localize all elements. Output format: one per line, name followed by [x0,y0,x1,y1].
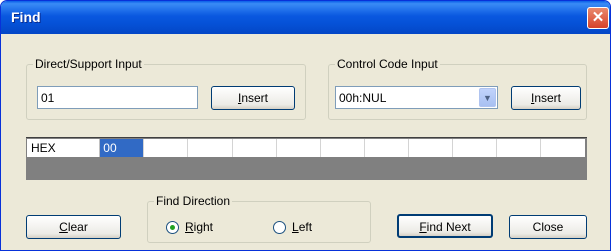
radio-left-mnemonic: L [292,220,299,234]
close-button[interactable]: Close [509,215,587,239]
control-code-select[interactable]: 00h:NUL ▼ [335,86,498,109]
chevron-down-icon[interactable]: ▼ [479,88,496,107]
find-next-label-rest: ind Next [426,220,471,234]
radio-right-label-rest: ight [193,220,214,234]
hex-cell[interactable] [365,139,409,157]
clear-button[interactable]: Clear [26,215,121,239]
hex-cell[interactable] [541,139,585,157]
close-button-label: Close [532,220,564,234]
direct-input-field[interactable]: 01 [37,86,198,109]
hex-cell[interactable] [409,139,453,157]
radio-right[interactable]: Right [166,220,213,234]
hex-panel: HEX 00 [26,137,587,180]
hex-row[interactable]: HEX 00 [27,139,585,157]
find-next-button[interactable]: Find Next [397,214,493,238]
radio-right-indicator[interactable] [166,220,179,234]
find-direction-label: Find Direction [154,194,233,208]
hex-cell[interactable] [453,139,497,157]
direct-insert-label-rest: nsert [241,91,269,105]
close-icon: ✕ [591,9,605,26]
hex-cell[interactable] [188,139,233,157]
direct-insert-button[interactable]: Insert [211,86,295,110]
find-next-mnemonic: F [419,220,427,234]
control-insert-button[interactable]: Insert [511,86,581,110]
control-code-input-label: Control Code Input [335,57,440,71]
control-code-selected-value: 00h:NUL [339,91,387,105]
window-title: Find [11,9,41,25]
clear-label-rest: lear [67,220,88,234]
direct-support-input-label: Direct/Support Input [33,57,144,71]
radio-left[interactable]: Left [273,220,312,234]
hex-cell[interactable]: 00 [100,139,145,157]
hex-cell[interactable] [321,139,365,157]
hex-cell[interactable] [233,139,277,157]
radio-left-indicator[interactable] [273,220,286,234]
hex-cell[interactable] [497,139,542,157]
radio-left-label-rest: eft [298,220,313,234]
title-bar[interactable]: Find ✕ [1,1,610,34]
radio-right-mnemonic: R [185,220,194,234]
hex-cell[interactable] [144,139,189,157]
find-dialog: Find ✕ Direct/Support Input 01 Insert Co… [0,0,611,251]
hex-header: HEX [27,139,101,157]
close-window-button[interactable]: ✕ [587,7,609,29]
control-insert-label-rest: nsert [534,91,562,105]
clear-mnemonic: C [59,220,68,234]
hex-cell[interactable] [277,139,321,157]
